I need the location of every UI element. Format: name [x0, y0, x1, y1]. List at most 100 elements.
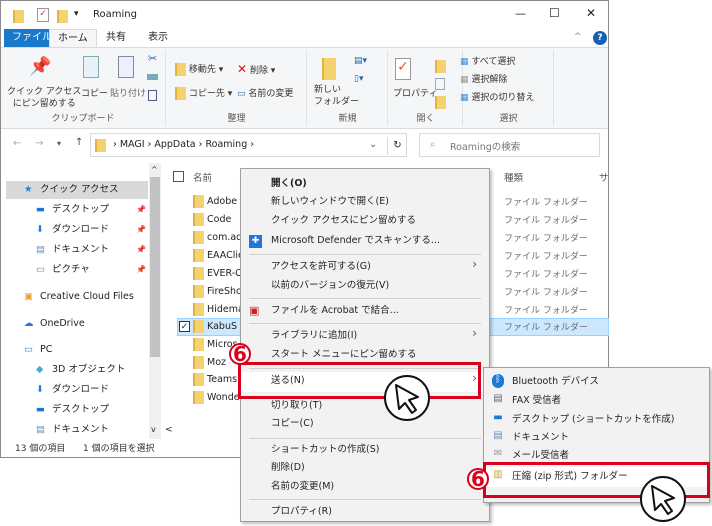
- rename-button[interactable]: 名前の変更: [248, 89, 293, 99]
- nav-item[interactable]: ▣ Creative Cloud Files: [6, 288, 148, 306]
- select-all-checkbox[interactable]: [173, 171, 184, 182]
- menu-item[interactable]: コピー(C): [271, 415, 314, 433]
- list-item[interactable]: Hidema: [193, 301, 244, 318]
- pin-quick-access-button[interactable]: クイック アクセス にピン留めする: [7, 86, 81, 110]
- copy-button[interactable]: コピー: [81, 86, 108, 99]
- send-to-item[interactable]: Bluetooth デバイス: [512, 373, 599, 391]
- address-bar[interactable]: › MAGI › AppData › Roaming › ⌄ ↻: [90, 133, 407, 157]
- list-item[interactable]: Moz: [193, 354, 226, 371]
- forward-button[interactable]: →: [35, 138, 43, 149]
- up-button[interactable]: ↑: [75, 137, 83, 148]
- collapse-ribbon-icon[interactable]: ^: [574, 32, 582, 42]
- nav-item-label: Creative Cloud Files: [40, 291, 134, 302]
- list-item[interactable]: Wonde: [193, 389, 240, 406]
- refresh-button[interactable]: ↻: [387, 137, 407, 155]
- nav-item[interactable]: ⬇ ダウンロード: [6, 381, 148, 399]
- new-folder-button[interactable]: 新しい フォルダー: [314, 84, 359, 108]
- copy-to-button[interactable]: コピー先 ▾: [189, 89, 232, 99]
- qat-dropdown-icon[interactable]: ▾: [74, 9, 79, 19]
- nav-item[interactable]: ☁ OneDrive: [6, 315, 148, 333]
- history-icon[interactable]: [435, 96, 446, 109]
- tab-share[interactable]: 共有: [98, 29, 134, 47]
- minimize-button[interactable]: —: [515, 7, 526, 20]
- nav-item[interactable]: ◆ 3D オブジェクト: [6, 361, 148, 379]
- menu-item[interactable]: クイック アクセスにピン留めする: [271, 212, 416, 230]
- crumb-magi[interactable]: MAGI: [120, 139, 145, 150]
- column-header-name[interactable]: 名前: [193, 170, 212, 184]
- nav-item[interactable]: ★ クイック アクセス: [6, 181, 148, 199]
- edit-icon[interactable]: [435, 78, 445, 90]
- menu-item[interactable]: ファイルを Acrobat で結合...: [271, 302, 399, 320]
- tab-view[interactable]: 表示: [140, 29, 176, 47]
- nav-item[interactable]: ▬ デスクトップ: [6, 401, 148, 419]
- nav-item[interactable]: ▬ デスクトップ 📌: [6, 201, 148, 219]
- help-icon[interactable]: ?: [593, 31, 607, 45]
- submenu-arrow-icon: ›: [472, 257, 477, 271]
- properties-icon[interactable]: ✓: [37, 8, 49, 22]
- menu-item[interactable]: プロパティ(R): [271, 503, 332, 521]
- send-to-item[interactable]: ドキュメント: [512, 429, 569, 447]
- nav-item[interactable]: ⬇ ダウンロード 📌: [6, 221, 148, 239]
- row-checkbox[interactable]: ✓: [179, 321, 190, 332]
- close-button[interactable]: ✕: [586, 6, 596, 20]
- tab-home[interactable]: ホーム: [49, 29, 97, 47]
- column-header-type[interactable]: 種類: [504, 170, 523, 184]
- back-button[interactable]: ←: [13, 138, 21, 149]
- menu-item[interactable]: 削除(D): [271, 459, 305, 477]
- maximize-button[interactable]: ☐: [549, 6, 560, 20]
- list-item[interactable]: FireShot: [193, 283, 246, 300]
- copy-path-icon[interactable]: [147, 74, 158, 80]
- recent-dropdown[interactable]: ▾: [57, 139, 61, 148]
- send-to-item[interactable]: FAX 受信者: [512, 392, 561, 410]
- menu-item[interactable]: 新しいウィンドウで開く(E): [271, 193, 389, 211]
- menu-item[interactable]: 開く(O): [271, 175, 307, 193]
- list-item[interactable]: Code: [193, 211, 231, 228]
- properties-button[interactable]: プロパティ: [393, 86, 437, 99]
- menu-item[interactable]: ショートカットの作成(S): [271, 441, 379, 459]
- nav-item[interactable]: ▭ PC: [6, 341, 148, 359]
- bluetooth-icon: ᛒ: [492, 374, 504, 388]
- scroll-down-icon[interactable]: v: [151, 425, 156, 434]
- address-dropdown[interactable]: ⌄: [369, 139, 377, 150]
- new-item-icon[interactable]: ▤▾: [354, 56, 367, 66]
- nav-item[interactable]: ▤ ドキュメント 📌: [6, 241, 148, 259]
- list-item[interactable]: EVER-Cl: [193, 265, 244, 282]
- nav-scrollbar[interactable]: ^ v: [149, 163, 161, 439]
- menu-item[interactable]: 切り取り(T): [271, 397, 322, 415]
- menu-item[interactable]: アクセスを許可する(G): [271, 258, 371, 276]
- crumb-roaming[interactable]: Roaming: [205, 139, 247, 150]
- new-group: 新しい フォルダー ▤▾ ▯▾ 新規: [308, 50, 388, 126]
- column-header-size[interactable]: サ: [599, 170, 609, 184]
- new-folder-icon[interactable]: [57, 10, 68, 23]
- send-to-item[interactable]: デスクトップ (ショートカットを作成): [512, 411, 674, 429]
- hscroll-left-icon[interactable]: <: [165, 425, 173, 435]
- folder-icon: [193, 320, 204, 333]
- file-name: KabuS: [207, 321, 237, 332]
- menu-item[interactable]: 名前の変更(M): [271, 478, 334, 496]
- easy-access-icon[interactable]: ▯▾: [354, 74, 363, 84]
- scroll-up-icon[interactable]: ^: [151, 165, 158, 174]
- search-input[interactable]: ⌕ Roamingの検索: [419, 133, 600, 157]
- list-item[interactable]: Adobe: [193, 193, 237, 210]
- list-item[interactable]: EAAClie: [193, 247, 244, 264]
- invert-selection-button[interactable]: 選択の切り替え: [471, 93, 534, 103]
- paste-button[interactable]: 貼り付け: [110, 86, 146, 99]
- paste-shortcut-icon[interactable]: [148, 90, 157, 101]
- file-name: EVER-Cl: [207, 268, 245, 279]
- delete-button[interactable]: 削除 ▾: [250, 66, 275, 76]
- move-to-button[interactable]: 移動先 ▾: [189, 65, 223, 75]
- nav-item-label: 3D オブジェクト: [52, 364, 126, 375]
- menu-item[interactable]: 以前のバージョンの復元(V): [271, 277, 389, 295]
- nav-item[interactable]: ▤ ドキュメント: [6, 421, 148, 439]
- scroll-thumb[interactable]: [150, 177, 160, 357]
- list-item[interactable]: KabuS: [193, 318, 237, 335]
- crumb-appdata[interactable]: AppData: [154, 139, 195, 150]
- menu-item[interactable]: ライブラリに追加(I): [271, 327, 357, 345]
- cut-icon[interactable]: ✂: [148, 52, 157, 65]
- nav-item[interactable]: ▭ ピクチャ 📌: [6, 261, 148, 279]
- open-icon[interactable]: [435, 60, 446, 73]
- select-all-button[interactable]: すべて選択: [471, 57, 515, 67]
- menu-item[interactable]: Microsoft Defender でスキャンする...: [271, 232, 440, 250]
- list-item[interactable]: Teams: [193, 371, 237, 388]
- select-none-button[interactable]: 選択解除: [471, 75, 507, 85]
